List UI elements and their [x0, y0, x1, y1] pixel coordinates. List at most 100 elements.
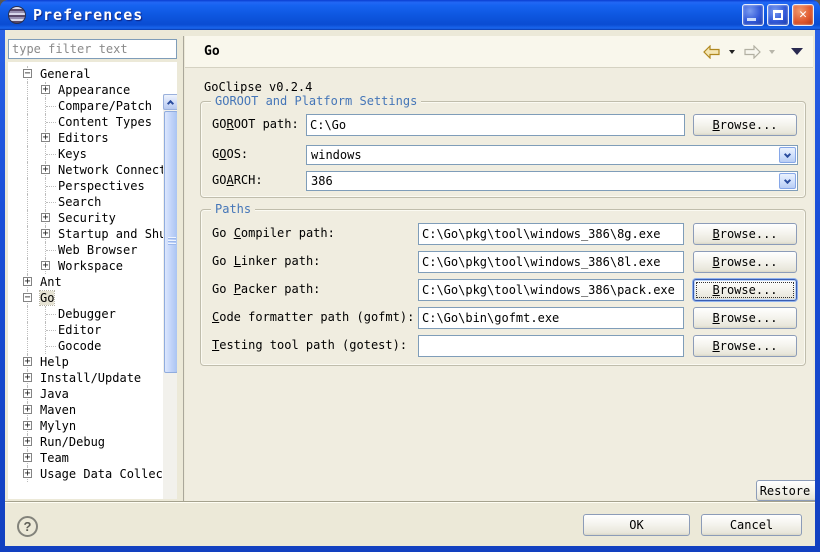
code-formatter-path-input[interactable] [418, 307, 684, 329]
tree-item-web-browser[interactable]: Web Browser [8, 242, 160, 258]
expand-icon[interactable]: + [23, 453, 32, 462]
scroll-up-button[interactable] [163, 94, 177, 110]
tree-item-team[interactable]: + Team [8, 450, 160, 466]
expand-icon[interactable]: + [23, 421, 32, 430]
testing-tool-path-input[interactable] [418, 335, 684, 357]
preference-page: Go GoClip [185, 36, 813, 501]
tree-item-label: Perspectives [58, 179, 145, 193]
forward-menu-button[interactable] [767, 48, 777, 56]
collapse-icon[interactable]: − [23, 293, 32, 302]
eclipse-logo-icon [8, 6, 26, 24]
expand-icon[interactable]: + [23, 277, 32, 286]
forward-button[interactable] [741, 43, 763, 61]
expand-icon[interactable]: + [41, 165, 50, 174]
restore-defaults-button[interactable]: Restore Defaults [756, 480, 815, 501]
go-packer-path-input[interactable] [418, 279, 684, 301]
tree-item-startup-and-shutdown[interactable]: +Startup and Shu [8, 226, 160, 242]
dropdown-arrow-icon [769, 50, 775, 54]
tree-item-install-update[interactable]: + Install/Update [8, 370, 160, 386]
tree-item-debugger[interactable]: Debugger [8, 306, 160, 322]
testing-tool-path-label: Testing tool path (gotest): [212, 338, 407, 352]
go-compiler-path-browse-button[interactable]: Browse... [693, 223, 797, 245]
go-packer-path-browse-button[interactable]: Browse... [693, 279, 797, 301]
tree-item-content-types[interactable]: Content Types [8, 114, 160, 130]
minimize-button[interactable] [742, 4, 764, 26]
tree-item-ant[interactable]: +Ant [8, 274, 160, 290]
view-menu-button[interactable] [791, 48, 803, 55]
expand-icon[interactable]: + [23, 405, 32, 414]
combo-dropdown-button[interactable] [779, 173, 796, 189]
vertical-scroll-thumb[interactable] [164, 111, 177, 373]
tree-item-label: General [40, 67, 91, 81]
go-packer-path-row: Go Packer path: Browse... [201, 279, 805, 301]
tree-item-run-debug[interactable]: +Run/Debug [8, 434, 160, 450]
go-compiler-path-input[interactable] [418, 223, 684, 245]
tree-item-label: Install/Update [40, 371, 141, 385]
maximize-button[interactable] [767, 4, 789, 26]
expand-icon[interactable]: + [23, 389, 32, 398]
tree-item-appearance[interactable]: +Appearance [8, 82, 160, 98]
minimize-icon [747, 18, 756, 21]
tree-item-help[interactable]: +Help [8, 354, 160, 370]
tree-item-keys[interactable]: Keys [8, 146, 160, 162]
combo-dropdown-button[interactable] [779, 147, 796, 163]
tree-item-java[interactable]: + Java [8, 386, 160, 402]
tree-item-mylyn[interactable]: +Mylyn [8, 418, 160, 434]
tree-item-label: Team [40, 451, 69, 465]
title-bar[interactable]: Preferences ✕ [0, 0, 820, 30]
expand-icon[interactable]: + [23, 469, 32, 478]
goroot-path-label: GOROOT path: [212, 117, 299, 131]
browse-button-label: Browse... [712, 339, 777, 353]
tree-item-usage-data-collector[interactable]: +Usage Data Collect [8, 466, 160, 482]
goroot-path-input[interactable] [306, 114, 685, 136]
help-button[interactable]: ? [17, 516, 38, 537]
filter-input[interactable] [8, 39, 177, 59]
tree-item-editors[interactable]: +Editors [8, 130, 160, 146]
close-button[interactable]: ✕ [792, 4, 814, 26]
expand-icon[interactable]: + [23, 357, 32, 366]
tree-item-label: Usage Data Collect [40, 467, 170, 481]
expand-icon[interactable]: + [41, 261, 50, 270]
preferences-tree[interactable]: −General+AppearanceCompare/PatchContent … [8, 62, 177, 499]
tree-item-workspace[interactable]: +Workspace [8, 258, 160, 274]
goarch-combo[interactable]: 386 [306, 171, 798, 191]
tree-item-maven[interactable]: +Maven [8, 402, 160, 418]
goroot-path-browse-button[interactable]: Browse... [693, 114, 797, 136]
ok-button[interactable]: OK [583, 514, 690, 536]
go-packer-path-label: Go Packer path: [212, 282, 320, 296]
tree-connector-line [46, 122, 56, 123]
goos-combo[interactable]: windows [306, 145, 798, 165]
go-linker-path-input[interactable] [418, 251, 684, 273]
back-button[interactable] [701, 43, 723, 61]
tree-item-search[interactable]: Search [8, 194, 160, 210]
tree-item-network-connections[interactable]: +Network Connect [8, 162, 160, 178]
tree-item-go[interactable]: −Go [8, 290, 160, 306]
cancel-button[interactable]: Cancel [701, 514, 802, 536]
tree-item-editor[interactable]: Editor [8, 322, 160, 338]
panel-sash[interactable] [183, 36, 184, 501]
expand-icon[interactable]: + [41, 213, 50, 222]
code-formatter-path-browse-button[interactable]: Browse... [693, 307, 797, 329]
tree-item-gocode[interactable]: Gocode [8, 338, 160, 354]
expand-icon[interactable]: + [23, 437, 32, 446]
expand-icon[interactable]: + [41, 229, 50, 238]
back-menu-button[interactable] [727, 48, 737, 56]
goroot-path-row: GOROOT path: Browse... [201, 114, 805, 136]
back-icon [703, 45, 721, 59]
go-linker-path-browse-button[interactable]: Browse... [693, 251, 797, 273]
tree-item-security[interactable]: +Security [8, 210, 160, 226]
tree-vertical-scrollbar[interactable] [163, 94, 177, 499]
tree-item-perspectives[interactable]: Perspectives [8, 178, 160, 194]
tree-item-label: Content Types [58, 115, 152, 129]
testing-tool-path-browse-button[interactable]: Browse... [693, 335, 797, 357]
expand-icon[interactable]: + [23, 373, 32, 382]
tree-item-label: Java [40, 387, 69, 401]
expand-icon[interactable]: + [41, 133, 50, 142]
collapse-icon[interactable]: − [23, 69, 32, 78]
expand-icon[interactable]: + [41, 85, 50, 94]
code-formatter-path-label: Code formatter path (gofmt): [212, 310, 414, 324]
tree-item-general[interactable]: −General [8, 66, 160, 82]
goarch-row: GOARCH:386 [201, 170, 805, 192]
tree-item-compare-patch[interactable]: Compare/Patch [8, 98, 160, 114]
group-title: Paths [211, 202, 255, 216]
